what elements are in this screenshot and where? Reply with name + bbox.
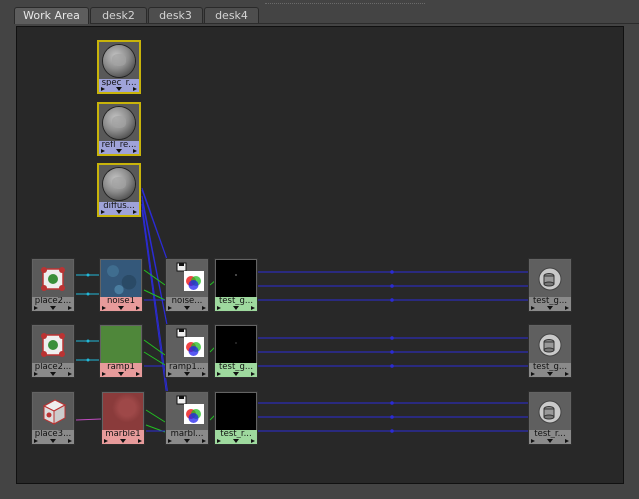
node-port-bar[interactable] xyxy=(32,438,74,444)
node-port-bar[interactable] xyxy=(215,371,257,377)
image-swatch xyxy=(216,393,256,430)
cylinder-icon xyxy=(530,326,570,363)
node-port-bar[interactable] xyxy=(99,209,139,215)
place2d-icon xyxy=(33,260,73,297)
ramp-swatch xyxy=(101,326,141,363)
output-node-test-r[interactable]: test_r... xyxy=(528,391,572,445)
place2d-node-1[interactable]: place2... xyxy=(31,258,75,312)
cylinder-icon xyxy=(530,260,570,297)
image-node-test-g2[interactable]: test_g... xyxy=(214,324,258,378)
image-node-test-g1[interactable]: test_g... xyxy=(214,258,258,312)
shader-node-diffuse[interactable]: diffus... xyxy=(97,163,141,217)
node-port-bar[interactable] xyxy=(529,371,571,377)
node-port-bar[interactable] xyxy=(32,305,74,311)
image-swatch xyxy=(216,260,256,297)
image-swatch xyxy=(216,326,256,363)
texture-node-noise1[interactable]: noise1 xyxy=(99,258,143,312)
rgb-texture-icon xyxy=(167,260,207,297)
node-port-bar[interactable] xyxy=(166,438,208,444)
node-port-bar[interactable] xyxy=(100,371,142,377)
place3d-node[interactable]: place3... xyxy=(31,391,75,445)
node-port-bar[interactable] xyxy=(32,371,74,377)
node-port-bar[interactable] xyxy=(102,438,144,444)
shader-node-refl[interactable]: refl_re... xyxy=(97,102,141,156)
noise-swatch xyxy=(101,260,141,297)
node-port-bar[interactable] xyxy=(100,305,142,311)
uv-endpoints xyxy=(86,273,90,362)
sphere-swatch-icon xyxy=(99,104,139,141)
file-node-marble[interactable]: marbl... xyxy=(165,391,209,445)
shader-node-spec[interactable]: spec_r... xyxy=(97,40,141,94)
place3d-icon xyxy=(33,393,73,430)
output-node-test-g1[interactable]: test_g... xyxy=(528,258,572,312)
marble-swatch xyxy=(103,393,143,430)
wire-midpoints xyxy=(390,270,394,433)
sphere-swatch-icon xyxy=(99,42,139,79)
rgb-texture-icon xyxy=(167,393,207,430)
texture-node-ramp1[interactable]: ramp1 xyxy=(99,324,143,378)
image-node-test-r[interactable]: test_r... xyxy=(214,391,258,445)
file-node-noise[interactable]: noise... xyxy=(165,258,209,312)
cylinder-icon xyxy=(530,393,570,430)
texture-node-marble1[interactable]: marble1 xyxy=(101,391,145,445)
file-node-ramp1[interactable]: ramp1... xyxy=(165,324,209,378)
place2d-icon xyxy=(33,326,73,363)
node-port-bar[interactable] xyxy=(99,148,139,154)
node-port-bar[interactable] xyxy=(215,305,257,311)
node-port-bar[interactable] xyxy=(166,305,208,311)
node-port-bar[interactable] xyxy=(529,438,571,444)
output-node-test-g2[interactable]: test_g... xyxy=(528,324,572,378)
node-port-bar[interactable] xyxy=(529,305,571,311)
sphere-swatch-icon xyxy=(99,165,139,202)
node-port-bar[interactable] xyxy=(166,371,208,377)
rgb-texture-icon xyxy=(167,326,207,363)
node-port-bar[interactable] xyxy=(99,86,139,92)
node-port-bar[interactable] xyxy=(215,438,257,444)
place2d-node-2[interactable]: place2... xyxy=(31,324,75,378)
uv-wires xyxy=(75,274,102,421)
